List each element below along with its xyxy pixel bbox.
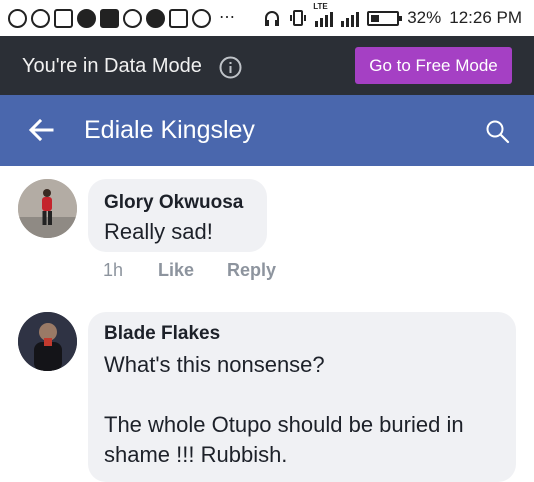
shirt-icon [169, 8, 188, 28]
notification-icons: ⋯ [8, 6, 236, 30]
search-icon[interactable] [485, 119, 511, 145]
lte-signal: LTE [313, 2, 334, 27]
more-notifications-icon: ⋯ [219, 9, 236, 26]
comment-author[interactable]: Glory Okwuosa [104, 192, 243, 214]
battery-percent: 32% [407, 8, 442, 27]
system-status: LTE 32% 12:26 PM [263, 2, 522, 31]
back-arrow-icon[interactable] [28, 117, 54, 143]
comment-text-line: The whole Otupo should be buried in [104, 412, 464, 437]
comment-text-line: shame !!! Rubbish. [104, 442, 288, 467]
info-icon[interactable] [219, 56, 242, 79]
page-title: Ediale Kingsley [84, 116, 255, 144]
comment-text: Really sad! [104, 219, 213, 244]
avatar[interactable] [18, 312, 77, 371]
facebook-icon [100, 8, 119, 28]
like-button[interactable]: Like [158, 260, 194, 281]
data-mode-text: You're in Data Mode [22, 55, 202, 77]
avatar[interactable] [18, 179, 77, 238]
profile-photo [18, 312, 77, 371]
status-bar: ⋯ LTE 32% 12:26 PM [0, 0, 534, 36]
profile-photo [18, 179, 77, 238]
signal-icon [315, 9, 334, 27]
battery-icon [367, 10, 403, 26]
app-header [0, 95, 534, 166]
network-type: LTE [313, 2, 328, 11]
go-to-free-mode-button[interactable]: Go to Free Mode [355, 47, 512, 84]
app-icon [123, 8, 142, 28]
headphones-icon [265, 11, 280, 26]
facebook-round-icon [146, 8, 165, 28]
signal-2-icon [341, 9, 360, 27]
comment-text-line: What's this nonsense? [104, 352, 325, 377]
comment-author[interactable]: Blade Flakes [104, 323, 220, 345]
comment-bubble: Glory Okwuosa Really sad! [88, 179, 267, 252]
vibrate-icon [290, 10, 307, 26]
reply-button[interactable]: Reply [227, 260, 276, 281]
comment-time: 1h [103, 260, 124, 280]
whatsapp-icon [31, 8, 50, 28]
chat-icon [77, 8, 96, 28]
messenger-icon [8, 8, 27, 28]
mail-icon [54, 8, 73, 28]
comment-bubble: Blade Flakes What's this nonsense? The w… [88, 312, 516, 482]
shield-icon [192, 8, 211, 28]
clock: 12:26 PM [449, 8, 522, 27]
